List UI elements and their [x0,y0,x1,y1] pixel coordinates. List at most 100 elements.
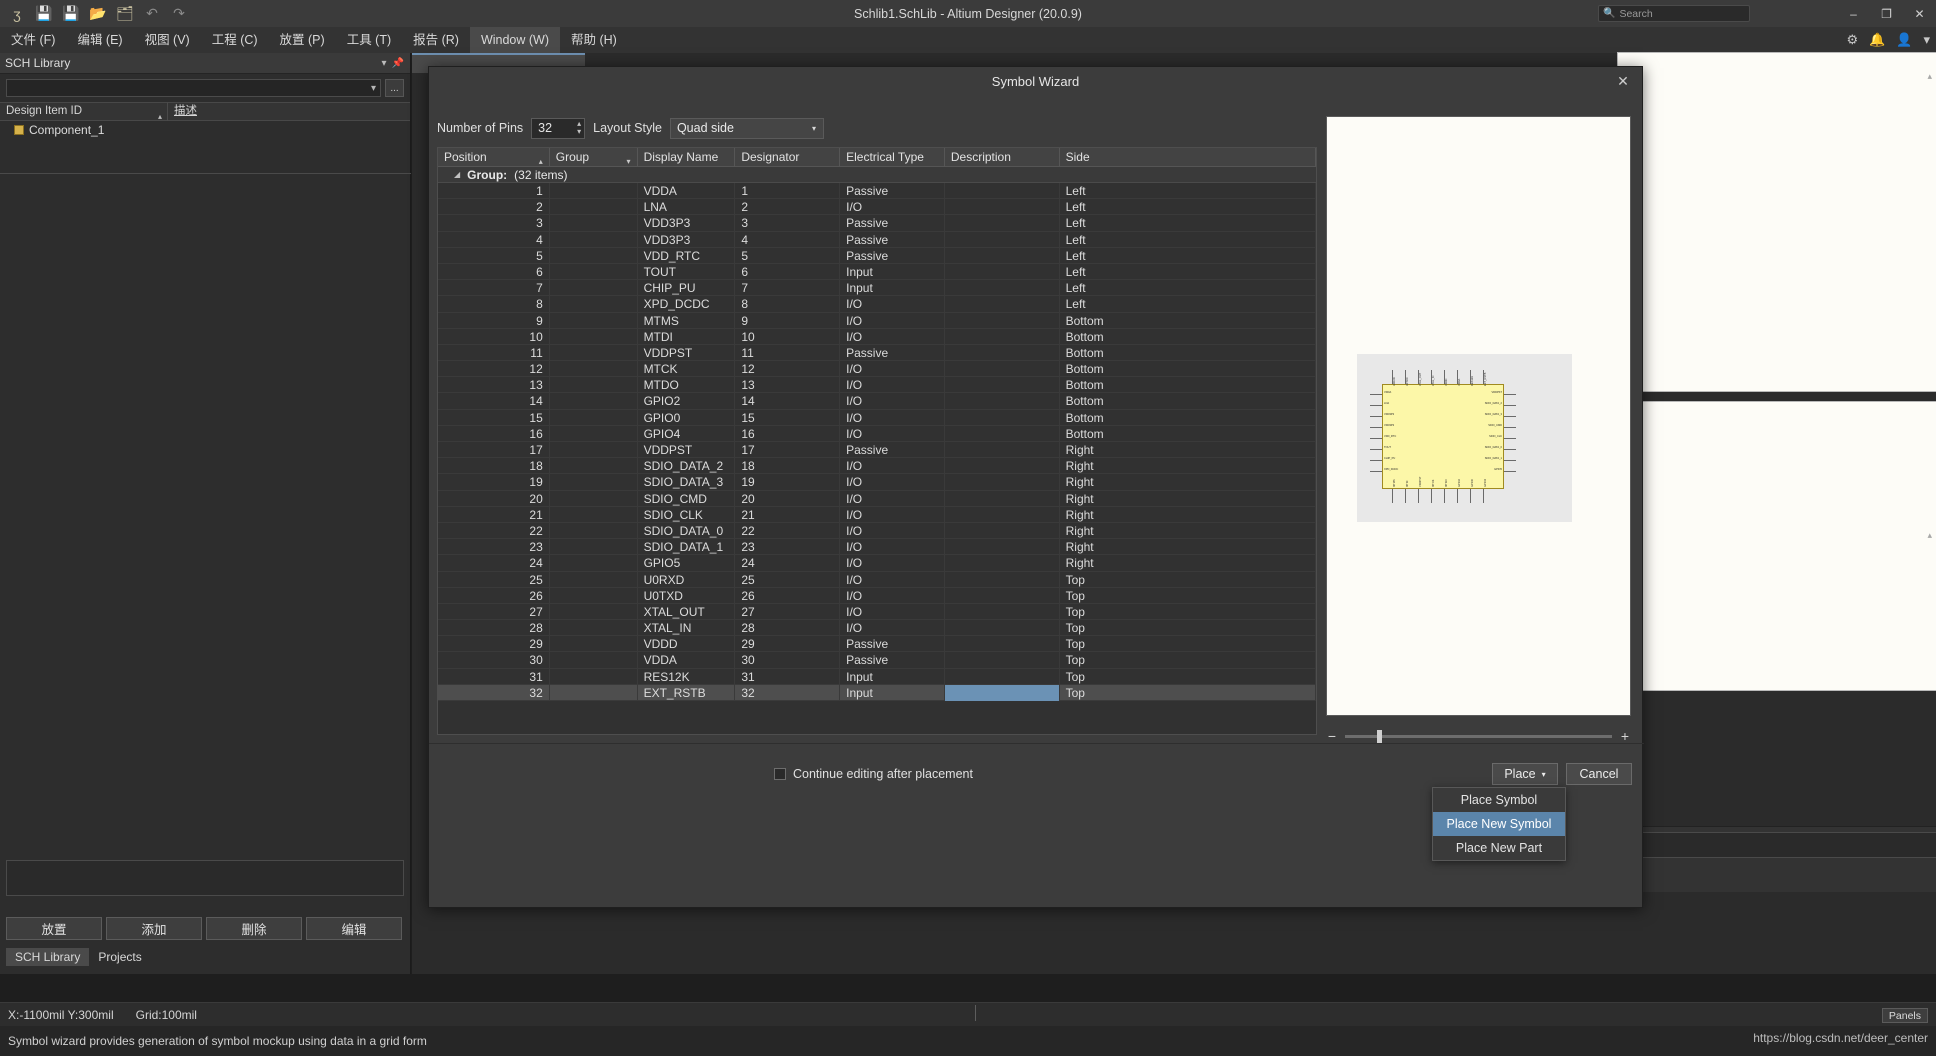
cell-designator[interactable]: 14 [735,393,840,409]
plus-icon[interactable]: + [1619,728,1631,744]
cell-designator[interactable]: 30 [735,652,840,668]
cell-position[interactable]: 25 [438,572,550,588]
cell-display-name[interactable]: VDDA [638,183,736,199]
redo-icon[interactable]: ↷ [170,5,188,23]
table-row[interactable]: 25U0RXD25I/OTop [438,572,1316,588]
cell-group[interactable] [550,572,638,588]
table-row[interactable]: 26U0TXD26I/OTop [438,588,1316,604]
table-row[interactable]: 20SDIO_CMD20I/ORight [438,491,1316,507]
cell-electrical-type[interactable]: I/O [840,491,945,507]
table-row[interactable]: 29VDDD29PassiveTop [438,636,1316,652]
cell-position[interactable]: 16 [438,426,550,442]
cancel-button[interactable]: Cancel [1566,763,1632,785]
cell-description[interactable] [945,442,1060,458]
cell-side[interactable]: Bottom [1060,377,1316,393]
cell-display-name[interactable]: MTDI [638,329,736,345]
cell-designator[interactable]: 18 [735,458,840,474]
cell-display-name[interactable]: SDIO_DATA_1 [638,539,736,555]
cell-group[interactable] [550,296,638,312]
cell-description[interactable] [945,248,1060,264]
open-project-icon[interactable]: 🗂 [116,5,134,23]
column-header-electrical-type[interactable]: Electrical Type [840,148,945,167]
menu-project[interactable]: 工程 (C) [201,27,269,53]
cell-side[interactable]: Bottom [1060,393,1316,409]
cell-electrical-type[interactable]: Passive [840,442,945,458]
menu-tools[interactable]: 工具 (T) [336,27,402,53]
cell-designator[interactable]: 10 [735,329,840,345]
cell-designator[interactable]: 6 [735,264,840,280]
cell-group[interactable] [550,248,638,264]
cell-designator[interactable]: 11 [735,345,840,361]
cell-position[interactable]: 28 [438,620,550,636]
cell-designator[interactable]: 24 [735,555,840,571]
close-icon[interactable]: ✕ [1612,70,1634,92]
cell-designator[interactable]: 9 [735,313,840,329]
cell-side[interactable]: Left [1060,280,1316,296]
cell-description[interactable] [945,474,1060,490]
menu-window[interactable]: Window (W) [470,27,560,53]
close-button[interactable]: ✕ [1903,0,1936,27]
cell-description[interactable] [945,636,1060,652]
cell-electrical-type[interactable]: I/O [840,361,945,377]
cell-position[interactable]: 20 [438,491,550,507]
cell-group[interactable] [550,232,638,248]
library-filter-combo[interactable]: ▾ [6,79,381,97]
table-row[interactable]: 8XPD_DCDC8I/OLeft [438,296,1316,312]
cell-electrical-type[interactable]: Passive [840,215,945,231]
cell-designator[interactable]: 28 [735,620,840,636]
cell-electrical-type[interactable]: I/O [840,329,945,345]
cell-description[interactable] [945,215,1060,231]
save-icon[interactable]: 💾 [35,5,53,23]
cell-display-name[interactable]: GPIO4 [638,426,736,442]
tab-sch-library[interactable]: SCH Library [6,948,89,966]
search-input[interactable]: 🔍 Search [1598,5,1750,22]
column-header-designator[interactable]: Designator [735,148,840,167]
table-row[interactable]: 9MTMS9I/OBottom [438,313,1316,329]
cell-group[interactable] [550,620,638,636]
cell-position[interactable]: 2 [438,199,550,215]
cell-display-name[interactable]: U0TXD [638,588,736,604]
cell-description[interactable] [945,620,1060,636]
table-row[interactable]: 18SDIO_DATA_218I/ORight [438,458,1316,474]
cell-position[interactable]: 3 [438,215,550,231]
cell-electrical-type[interactable]: I/O [840,426,945,442]
cell-electrical-type[interactable]: I/O [840,507,945,523]
cell-group[interactable] [550,329,638,345]
add-button[interactable]: 添加 [106,917,202,940]
cell-position[interactable]: 17 [438,442,550,458]
cell-display-name[interactable]: VDDPST [638,442,736,458]
cell-electrical-type[interactable]: I/O [840,377,945,393]
cell-group[interactable] [550,539,638,555]
cell-description[interactable] [945,264,1060,280]
cell-group[interactable] [550,280,638,296]
cell-position[interactable]: 5 [438,248,550,264]
column-description[interactable]: 描述 [168,102,203,121]
cell-group[interactable] [550,442,638,458]
cell-position[interactable]: 30 [438,652,550,668]
table-row[interactable]: 5VDD_RTC5PassiveLeft [438,248,1316,264]
cell-position[interactable]: 15 [438,410,550,426]
cell-display-name[interactable]: CHIP_PU [638,280,736,296]
cell-position[interactable]: 7 [438,280,550,296]
cell-description[interactable] [945,410,1060,426]
cell-display-name[interactable]: GPIO5 [638,555,736,571]
cell-group[interactable] [550,604,638,620]
cell-electrical-type[interactable]: Passive [840,183,945,199]
place-button[interactable]: 放置 [6,917,102,940]
table-row[interactable]: 17VDDPST17PassiveRight [438,442,1316,458]
cell-display-name[interactable]: XPD_DCDC [638,296,736,312]
cell-side[interactable]: Right [1060,458,1316,474]
minimize-button[interactable]: – [1837,0,1870,27]
number-of-pins-stepper[interactable]: 32 ▴▾ [531,118,585,139]
cell-group[interactable] [550,377,638,393]
menu-file[interactable]: 文件 (F) [0,27,66,53]
cell-group[interactable] [550,426,638,442]
cell-side[interactable]: Right [1060,555,1316,571]
cell-position[interactable]: 4 [438,232,550,248]
cell-designator[interactable]: 21 [735,507,840,523]
filter-icon[interactable]: ▾ [627,152,631,171]
table-row[interactable]: 1VDDA1PassiveLeft [438,183,1316,199]
cell-side[interactable]: Bottom [1060,345,1316,361]
place-button[interactable]: Place ▾ [1492,763,1558,785]
cell-display-name[interactable]: XTAL_OUT [638,604,736,620]
